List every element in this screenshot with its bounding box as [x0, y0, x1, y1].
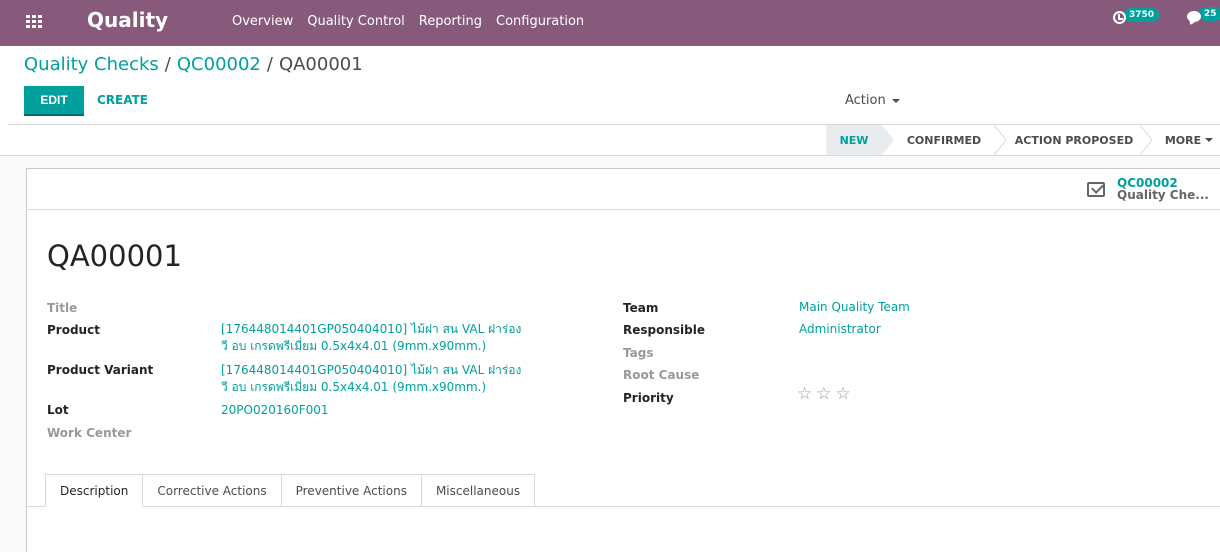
action-dropdown[interactable]: Action	[845, 93, 900, 108]
clock-icon	[1113, 11, 1126, 24]
activity-menu[interactable]: 3750	[1113, 7, 1160, 24]
team-field[interactable]: Main Quality Team	[799, 299, 910, 316]
smart-button-box: QC00002 Quality Che...	[27, 169, 1220, 210]
status-bar: NEW CONFIRMED ACTION PROPOSED MORE	[0, 125, 1220, 156]
star-icon[interactable]: ☆	[836, 386, 851, 403]
stage-action-proposed[interactable]: ACTION PROPOSED	[1006, 125, 1142, 155]
stage-arrow	[1140, 125, 1152, 155]
root-cause-label: Root Cause	[623, 368, 700, 382]
responsible-field[interactable]: Administrator	[799, 321, 881, 338]
message-count-badge: 25	[1199, 6, 1220, 21]
tab-description[interactable]: Description	[45, 474, 144, 507]
breadcrumb-qc00002[interactable]: QC00002	[177, 54, 261, 75]
apps-grid-icon[interactable]	[26, 15, 42, 29]
app-brand-title[interactable]: Quality	[87, 8, 168, 32]
stage-arrow	[994, 125, 1006, 155]
variant-value-line1: [176448014401GP050404010] ไม้ฝา สน VAL ฝ…	[221, 363, 522, 377]
breadcrumb-separator: /	[266, 54, 273, 75]
messaging-menu[interactable]: 25	[1187, 6, 1220, 22]
top-navbar: Quality Overview Quality Control Reporti…	[0, 0, 1220, 46]
product-value-line1: [176448014401GP050404010] ไม้ฝา สน VAL ฝ…	[221, 322, 522, 336]
stage-more-dropdown[interactable]: MORE	[1158, 125, 1220, 155]
tab-preventive-actions[interactable]: Preventive Actions	[281, 474, 422, 507]
product-field[interactable]: [176448014401GP050404010] ไม้ฝา สน VAL ฝ…	[221, 321, 521, 355]
quality-check-smart-button[interactable]: QC00002 Quality Che...	[1087, 169, 1220, 209]
product-label: Product	[47, 323, 100, 337]
menu-item-quality-control[interactable]: Quality Control	[307, 14, 405, 29]
caret-down-icon	[891, 98, 900, 103]
variant-value-line2: วี อบ เกรดพรีเมี่ยม 0.5x4x4.01 (9mm.x90m…	[221, 380, 487, 394]
tab-miscellaneous[interactable]: Miscellaneous	[421, 474, 536, 507]
notebook-tabs: Description Corrective Actions Preventiv…	[45, 474, 536, 507]
activity-count-badge: 3750	[1124, 7, 1160, 22]
breadcrumb-quality-checks[interactable]: Quality Checks	[24, 54, 159, 75]
chat-bubble-icon	[1187, 11, 1201, 22]
edit-button[interactable]: EDIT	[24, 86, 84, 116]
smart-button-label: Quality Che...	[1117, 188, 1209, 202]
product-value-line2: วี อบ เกรดพรีเมี่ยม 0.5x4x4.01 (9mm.x90m…	[221, 339, 487, 353]
team-label: Team	[623, 301, 659, 315]
responsible-label: Responsible	[623, 323, 705, 337]
tab-corrective-actions[interactable]: Corrective Actions	[143, 474, 282, 507]
stage-confirmed[interactable]: CONFIRMED	[892, 125, 996, 155]
record-title: QA00001	[47, 239, 182, 273]
main-menu: Overview Quality Control Reporting Confi…	[232, 14, 598, 29]
menu-item-overview[interactable]: Overview	[232, 14, 293, 29]
menu-item-configuration[interactable]: Configuration	[496, 14, 584, 29]
menu-item-reporting[interactable]: Reporting	[419, 14, 482, 29]
star-icon[interactable]: ☆	[816, 386, 831, 403]
stage-new[interactable]: NEW	[826, 125, 882, 155]
breadcrumb-separator: /	[164, 54, 171, 75]
breadcrumb: Quality Checks / QC00002/QA00001	[24, 54, 363, 75]
form-sheet: QC00002 Quality Che... QA00001 Title Pro…	[26, 168, 1220, 552]
create-button[interactable]: CREATE	[97, 93, 148, 107]
title-label: Title	[47, 301, 78, 315]
lot-field[interactable]: 20PO020160F001	[221, 402, 329, 419]
tags-label: Tags	[623, 346, 654, 360]
breadcrumb-current: QA00001	[278, 54, 363, 75]
action-label: Action	[845, 93, 886, 108]
lot-label: Lot	[47, 403, 69, 417]
caret-down-icon	[1205, 138, 1214, 142]
check-square-icon	[1087, 181, 1105, 197]
priority-label: Priority	[623, 391, 674, 405]
star-icon[interactable]: ☆	[797, 386, 812, 403]
product-variant-field[interactable]: [176448014401GP050404010] ไม้ฝา สน VAL ฝ…	[221, 362, 521, 396]
work-center-label: Work Center	[47, 426, 132, 440]
priority-stars: ☆ ☆ ☆	[797, 386, 851, 403]
stage-more-label: MORE	[1164, 133, 1202, 147]
product-variant-label: Product Variant	[47, 363, 154, 377]
